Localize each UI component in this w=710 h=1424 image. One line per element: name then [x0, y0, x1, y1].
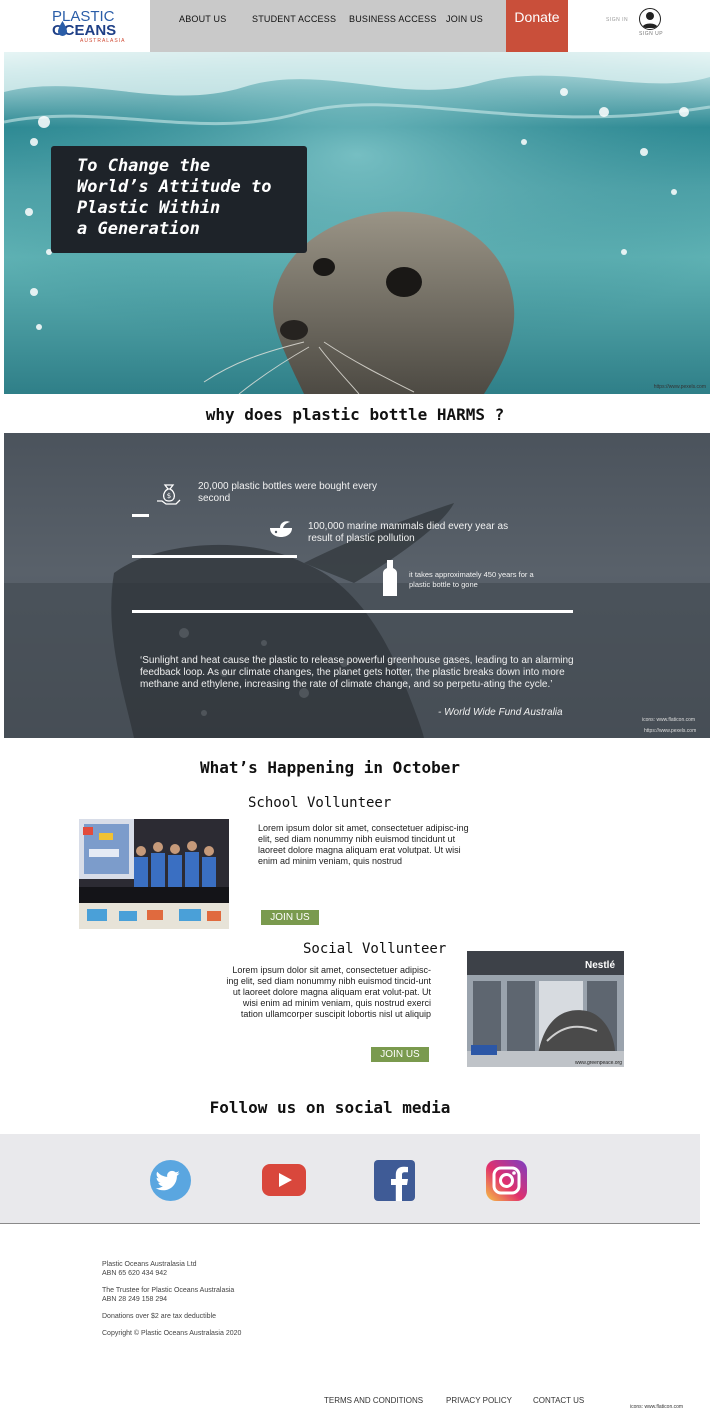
account-area [568, 0, 710, 52]
fact-bottles-bar [132, 514, 149, 517]
fact-bottles-text: 20,000 plastic bottles were bought every… [198, 481, 377, 504]
footer-copyright: Copyright © Plastic Oceans Australasia 2… [102, 1330, 242, 1337]
social-volunteer-join-button[interactable]: JOIN US [371, 1047, 429, 1062]
plastic-oceans-logo[interactable]: PLASTIC OCEANS AUSTRALASIA [44, 6, 144, 46]
school-volunteer-title: School Vollunteer [248, 795, 392, 811]
hero-headline-box: To Change the World’s Attitude to Plasti… [51, 146, 307, 253]
students-exhibit-image [79, 819, 229, 929]
nav-about-us[interactable]: ABOUT US [179, 14, 226, 24]
money-bag-icon: $ [157, 484, 181, 505]
hero-photo-credit[interactable]: https://www.pexels.com [654, 384, 706, 390]
hero-banner: To Change the World’s Attitude to Plasti… [4, 52, 710, 394]
social-icons-band [0, 1134, 700, 1224]
svg-text:$: $ [167, 492, 171, 500]
sign-up-link[interactable]: SIGN UP [639, 31, 663, 37]
whale-icon [270, 521, 292, 537]
footer-contact-link[interactable]: CONTACT US [533, 1396, 584, 1405]
greenpeace-photo-credit: www.greenpeace.org [575, 1060, 622, 1066]
social-section-title: Follow us on social media [209, 1098, 451, 1117]
nav-business-access[interactable]: BUSINESS ACCESS [349, 14, 437, 24]
sign-in-link[interactable]: SIGN IN [606, 17, 628, 23]
nav-student-access[interactable]: STUDENT ACCESS [252, 14, 336, 24]
footer-trustee-info: The Trustee for Plastic Oceans Australas… [102, 1287, 235, 1303]
protest-image: Nestlé www.greenpeace.org [467, 951, 624, 1067]
social-volunteer-title: Social Vollunteer [303, 941, 447, 957]
footer-privacy-link[interactable]: PRIVACY POLICY [446, 1396, 512, 1405]
fact-decompose-text: it takes approximately 450 years for a p… [409, 570, 534, 589]
why-section-title: why does plastic bottle HARMS ? [205, 405, 505, 424]
top-navigation: PLASTIC OCEANS AUSTRALASIA ABOUT US STUD… [0, 0, 710, 52]
donate-button[interactable]: Donate [506, 0, 568, 52]
facebook-icon[interactable] [374, 1160, 415, 1201]
school-volunteer-join-button[interactable]: JOIN US [261, 910, 319, 925]
twitter-icon[interactable] [150, 1160, 191, 1201]
nestle-sign: Nestlé [585, 960, 615, 971]
events-section-title: What’s Happening in October [199, 758, 461, 777]
school-volunteer-photo [79, 819, 229, 929]
plastic-facts-panel: $ 20,000 plastic bottles were bought eve… [4, 433, 710, 738]
social-volunteer-photo: Nestlé www.greenpeace.org [467, 951, 624, 1067]
whale-background-image [4, 503, 710, 738]
icons-credit-link[interactable]: icons: www.flaticon.com [642, 717, 695, 723]
wwf-quote: ‘Sunlight and heat cause the plastic to … [140, 655, 574, 690]
fact-mammals-bar [132, 555, 297, 558]
hero-headline: To Change the World’s Attitude to Plasti… [77, 156, 272, 239]
footer-donations-note: Donations over $2 are tax deductible [102, 1313, 217, 1320]
youtube-icon[interactable] [262, 1164, 306, 1196]
instagram-icon[interactable] [486, 1160, 527, 1201]
fact-decompose-bar [132, 610, 573, 613]
logo-text-australasia: AUSTRALASIA [80, 38, 126, 44]
footer-icons-credit[interactable]: icons: www.flaticon.com [630, 1404, 683, 1410]
bottle-icon [383, 560, 397, 596]
water-drop-icon [58, 21, 67, 36]
footer-company-info: Plastic Oceans Australasia Ltd ABN 65 62… [102, 1261, 197, 1277]
user-avatar-icon[interactable] [639, 8, 661, 30]
whale-photo-credit[interactable]: https://www.pexels.com [644, 728, 696, 734]
quote-author: - World Wide Fund Australia [438, 707, 563, 718]
footer-terms-link[interactable]: TERMS AND CONDITIONS [324, 1396, 423, 1405]
fact-mammals-text: 100,000 marine mammals died every year a… [308, 521, 509, 544]
school-volunteer-description: Lorem ipsum dolor sit amet, consectetuer… [258, 823, 469, 866]
social-volunteer-description: Lorem ipsum dolor sit amet, consectetuer… [226, 965, 431, 1019]
nav-join-us[interactable]: JOIN US [446, 14, 483, 24]
